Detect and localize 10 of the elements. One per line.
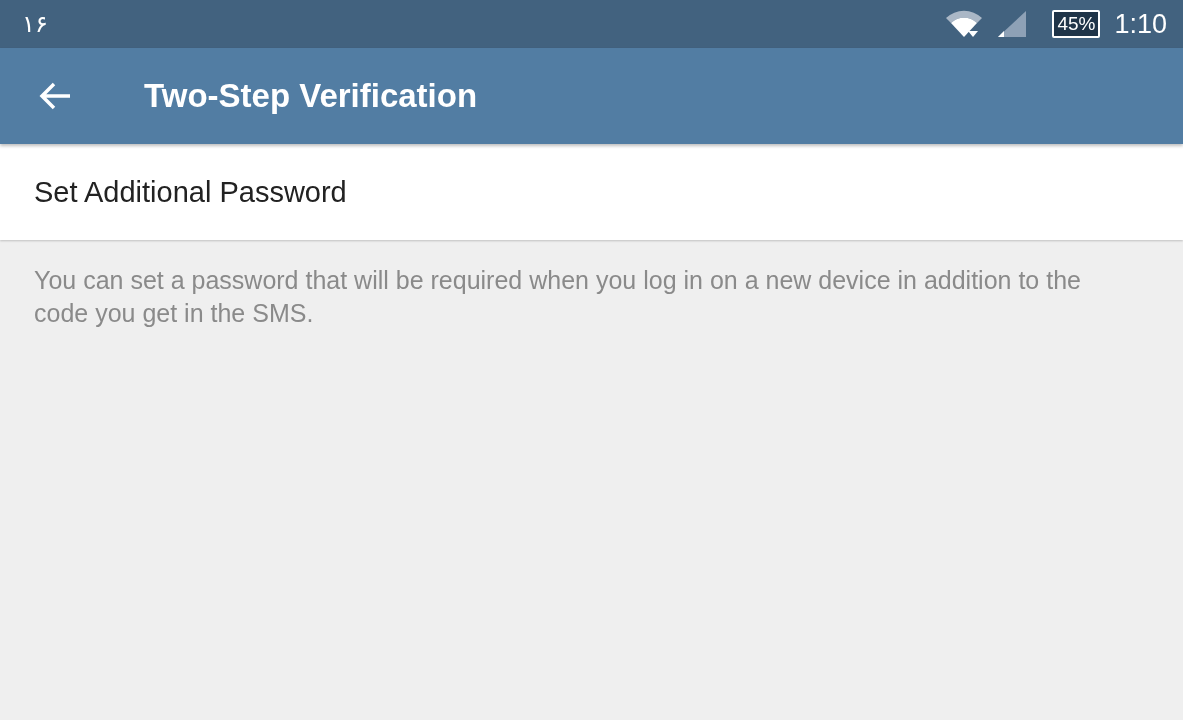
signal-icon (996, 9, 1029, 39)
screen-title: Two-Step Verification (144, 77, 478, 115)
back-arrow-icon (38, 81, 72, 111)
description-text: You can set a password that will be required when you log in on a new device in addition to the code you get in the SMS. (34, 265, 1082, 329)
status-time: 1:10 (1114, 8, 1167, 40)
notification-number: ۱۶ (22, 10, 48, 38)
settings-item[interactable]: Set Additional Password (0, 144, 1183, 240)
back-button[interactable] (38, 81, 72, 111)
wifi-icon (944, 9, 985, 39)
battery-indicator: 45% (1052, 10, 1101, 38)
